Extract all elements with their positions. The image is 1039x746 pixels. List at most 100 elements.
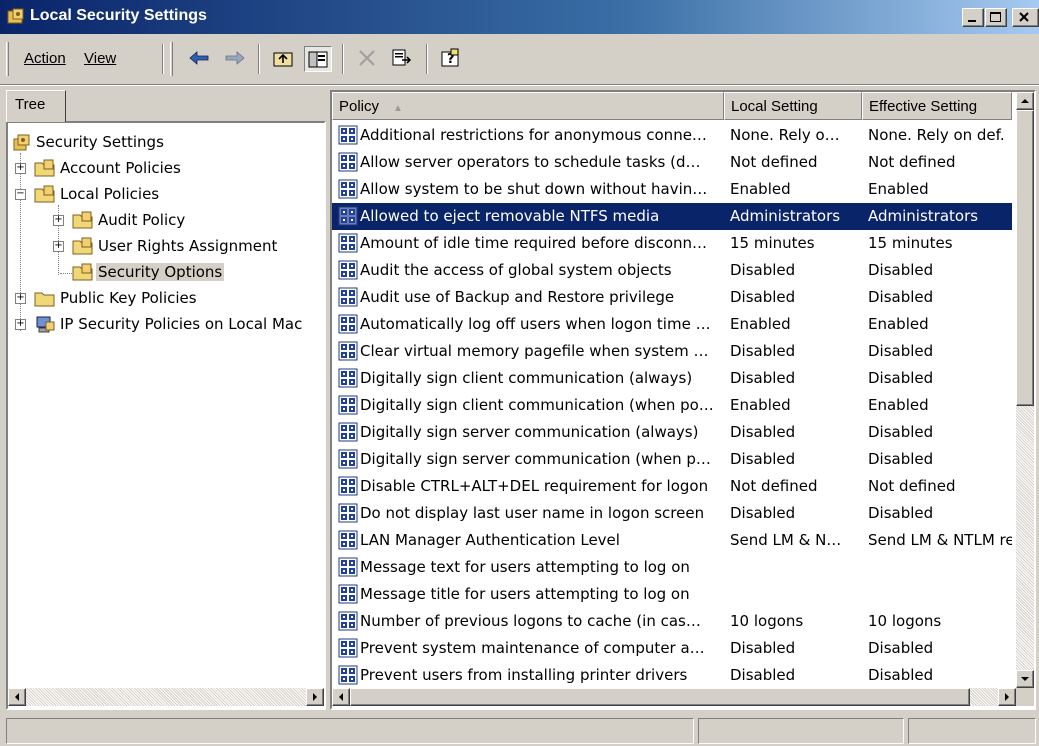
policy-shield-icon [338,125,358,145]
table-row[interactable]: Audit the access of global system object… [332,257,1012,284]
local-setting-value: Disabled [730,342,796,360]
title-bar[interactable]: Local Security Settings [0,0,1039,34]
menu-toolbar: Action View ? [0,38,1039,82]
table-row[interactable]: Message text for users attempting to log… [332,554,1012,581]
export-list-button[interactable] [388,46,416,72]
console-tree[interactable]: Security Settings + Account Policies − L… [6,121,326,710]
policy-name: Allowed to eject removable NTFS media [360,207,660,225]
policy-shield-icon [338,476,358,496]
effective-setting-value: Enabled [868,180,929,198]
minimize-button[interactable] [962,8,984,27]
maximize-button[interactable] [985,8,1007,27]
tree-scroll-right-button[interactable] [306,688,324,706]
table-row[interactable]: Prevent users from installing printer dr… [332,662,1012,689]
effective-setting-value: 10 logons [868,612,942,630]
table-row[interactable]: Allowed to eject removable NTFS media Adm… [332,203,1012,230]
table-row[interactable]: Digitally sign server communication (whe… [332,446,1012,473]
table-row[interactable]: Audit use of Backup and Restore privileg… [332,284,1012,311]
table-row[interactable]: Allow system to be shut down without hav… [332,176,1012,203]
delete-button[interactable] [354,46,382,72]
toolbar-separator [162,44,164,74]
expand-icon[interactable]: + [15,319,26,330]
table-row[interactable]: Allow server operators to schedule tasks… [332,149,1012,176]
effective-setting-value: Not defined [868,477,956,495]
close-button[interactable] [1012,8,1039,27]
table-row[interactable]: Clear virtual memory pagefile when syste… [332,338,1012,365]
tree-item-label: IP Security Policies on Local Mac [60,315,303,333]
local-setting-value: Not defined [730,153,818,171]
effective-setting-value: Disabled [868,261,934,279]
toolbar-separator [258,44,260,74]
table-row[interactable]: Digitally sign client communication (alw… [332,365,1012,392]
menu-view[interactable]: View [84,50,116,67]
local-setting-value: Send LM & N… [730,531,842,549]
tree-item-label: User Rights Assignment [98,237,278,255]
table-row[interactable]: Do not display last user name in logon s… [332,500,1012,527]
effective-setting-value: Administrators [868,207,979,225]
forward-button[interactable] [222,46,250,72]
effective-setting-value: Enabled [868,315,929,333]
tree-scroll-left-button[interactable] [8,688,26,706]
policy-shield-icon [338,422,358,442]
tree-item-label: Audit Policy [98,211,186,229]
list-scroll-left-button[interactable] [332,688,350,706]
list-scroll-right-button[interactable] [998,688,1016,706]
list-scroll-down-button[interactable] [1016,670,1034,688]
status-bar [0,716,1039,746]
table-row[interactable]: Disable CTRL+ALT+DEL requirement for log… [332,473,1012,500]
table-row[interactable]: Message title for users attempting to lo… [332,581,1012,608]
expand-icon[interactable]: + [53,215,64,226]
column-header-effective-setting[interactable]: Effective Setting [862,92,1012,120]
table-row[interactable]: Automatically log off users when logon t… [332,311,1012,338]
folder-icon [72,211,93,229]
column-header-local-setting[interactable]: Local Setting [724,92,862,120]
policy-shield-icon [338,179,358,199]
tree-scrollbar-track[interactable] [26,688,306,706]
policy-name: Audit use of Backup and Restore privileg… [360,288,675,306]
list-scrollbar-thumb[interactable] [1016,110,1034,406]
show-hide-tree-button[interactable] [304,46,332,72]
toolbar-grip[interactable] [170,42,173,76]
expand-icon[interactable]: + [53,241,64,252]
table-row[interactable]: Digitally sign server communication (alw… [332,419,1012,446]
status-cell-3 [908,718,1036,744]
policy-shield-icon [338,368,358,388]
toolbar-divider [0,84,1039,86]
local-setting-value: Enabled [730,315,791,333]
arrow-left-icon [339,693,343,701]
tab-tree[interactable]: Tree [6,90,66,122]
policy-shield-icon [338,206,358,226]
table-row[interactable]: Digitally sign client communication (whe… [332,392,1012,419]
policy-shield-icon [338,584,358,604]
column-header-policy[interactable]: Policy ▲ [332,92,724,120]
policy-shield-icon [338,503,358,523]
up-one-level-button[interactable] [270,46,298,72]
policy-name: Message title for users attempting to lo… [360,585,690,603]
policy-list[interactable]: Policy ▲ Local Setting Effective Setting … [330,90,1036,710]
local-setting-value: 10 logons [730,612,804,630]
back-button[interactable] [186,46,214,72]
collapse-icon[interactable]: − [15,189,26,200]
effective-setting-value: Disabled [868,504,934,522]
toolbar-separator [342,44,344,74]
tree-connector [60,273,72,274]
list-scroll-up-button[interactable] [1016,92,1034,110]
toolbar-grip[interactable] [6,42,9,76]
effective-setting-value: Disabled [868,342,934,360]
menu-action[interactable]: Action [24,50,66,67]
effective-setting-value: Disabled [868,450,934,468]
table-row[interactable]: Prevent system maintenance of computer a… [332,635,1012,662]
expand-icon[interactable]: + [15,293,26,304]
table-row[interactable]: LAN Manager Authentication Level Send LM … [332,527,1012,554]
effective-setting-value: Send LM & NTLM re [868,531,1012,549]
expand-icon[interactable]: + [15,163,26,174]
list-hscrollbar-thumb[interactable] [350,688,970,706]
table-row[interactable]: Number of previous logons to cache (in c… [332,608,1012,635]
sort-ascending-icon: ▲ [393,103,403,114]
arrow-right-icon [313,693,317,701]
help-button[interactable]: ? [438,46,466,72]
folder-icon [72,263,93,281]
policy-shield-icon [338,611,358,631]
table-row[interactable]: Amount of idle time required before disc… [332,230,1012,257]
table-row[interactable]: Additional restrictions for anonymous co… [332,122,1012,149]
